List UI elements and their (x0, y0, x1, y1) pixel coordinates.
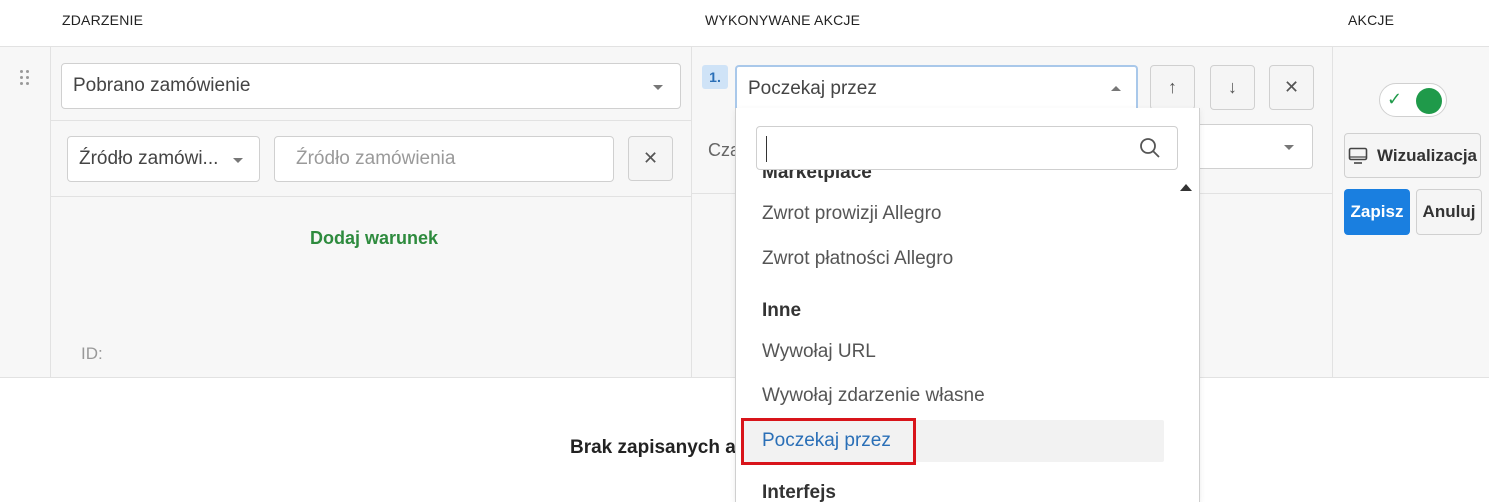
highlight-annotation (741, 418, 916, 465)
event-select[interactable]: Pobrano zamówienie (61, 63, 681, 109)
option-item[interactable]: Wywołaj zdarzenie własne (762, 385, 985, 407)
search-icon (1140, 138, 1160, 158)
group-label: Marketplace (762, 170, 872, 183)
id-label: ID: (81, 344, 103, 363)
option-item[interactable]: Zwrot prowizji Allegro (762, 203, 942, 225)
arrow-up-icon: ↑ (1168, 77, 1177, 97)
table-header: ZDARZENIE WYKONYWANE AKCJE AKCJE (0, 0, 1489, 47)
arrow-down-icon: ↓ (1228, 77, 1237, 97)
header-event: ZDARZENIE (62, 12, 144, 28)
close-icon: ✕ (1283, 77, 1300, 97)
option-item[interactable]: Zwrot płatności Allegro (762, 248, 953, 270)
chevron-up-icon (1111, 86, 1121, 91)
header-controls: AKCJE (1348, 12, 1395, 28)
cancel-button[interactable]: Anuluj (1416, 189, 1482, 235)
check-icon: ✓ (1387, 89, 1403, 109)
move-up-button[interactable]: ↑ (1150, 65, 1195, 110)
group-label: Inne (762, 300, 802, 321)
dropdown-search-input[interactable] (756, 126, 1178, 170)
action-number-badge: 1. (702, 65, 728, 89)
condition-value-input[interactable]: Źródło zamówienia (274, 136, 614, 182)
drag-handle-icon[interactable] (19, 70, 31, 88)
action-select-value: Poczekaj przez (748, 78, 877, 99)
move-down-button[interactable]: ↓ (1210, 65, 1255, 110)
action-select[interactable]: Poczekaj przez (735, 65, 1138, 111)
remove-condition-button[interactable]: ✕ (628, 136, 673, 181)
monitor-icon (1348, 147, 1368, 164)
add-condition-link[interactable]: Dodaj warunek (310, 228, 438, 249)
remove-action-button[interactable]: ✕ (1269, 65, 1314, 110)
chevron-down-icon (653, 85, 663, 90)
group-label: Interfejs (762, 482, 836, 502)
header-actions: WYKONYWANE AKCJE (705, 12, 861, 28)
close-icon: ✕ (642, 148, 659, 168)
action-param-select[interactable] (1190, 124, 1313, 169)
chevron-down-icon (233, 158, 243, 163)
empty-message: Brak zapisanych a (570, 437, 736, 458)
save-button[interactable]: Zapisz (1344, 189, 1410, 235)
visualize-button[interactable]: Wizualizacja (1344, 133, 1481, 178)
option-item[interactable]: Wywołaj URL (762, 341, 876, 363)
condition-field-select[interactable]: Źródło zamówi... (67, 136, 260, 182)
condition-field-value: Źródło zamówi... (79, 148, 219, 169)
active-toggle[interactable]: ✓ (1379, 83, 1447, 117)
event-select-value: Pobrano zamówienie (73, 75, 251, 96)
chevron-down-icon (1284, 145, 1294, 150)
scroll-up-icon[interactable] (1180, 184, 1192, 191)
